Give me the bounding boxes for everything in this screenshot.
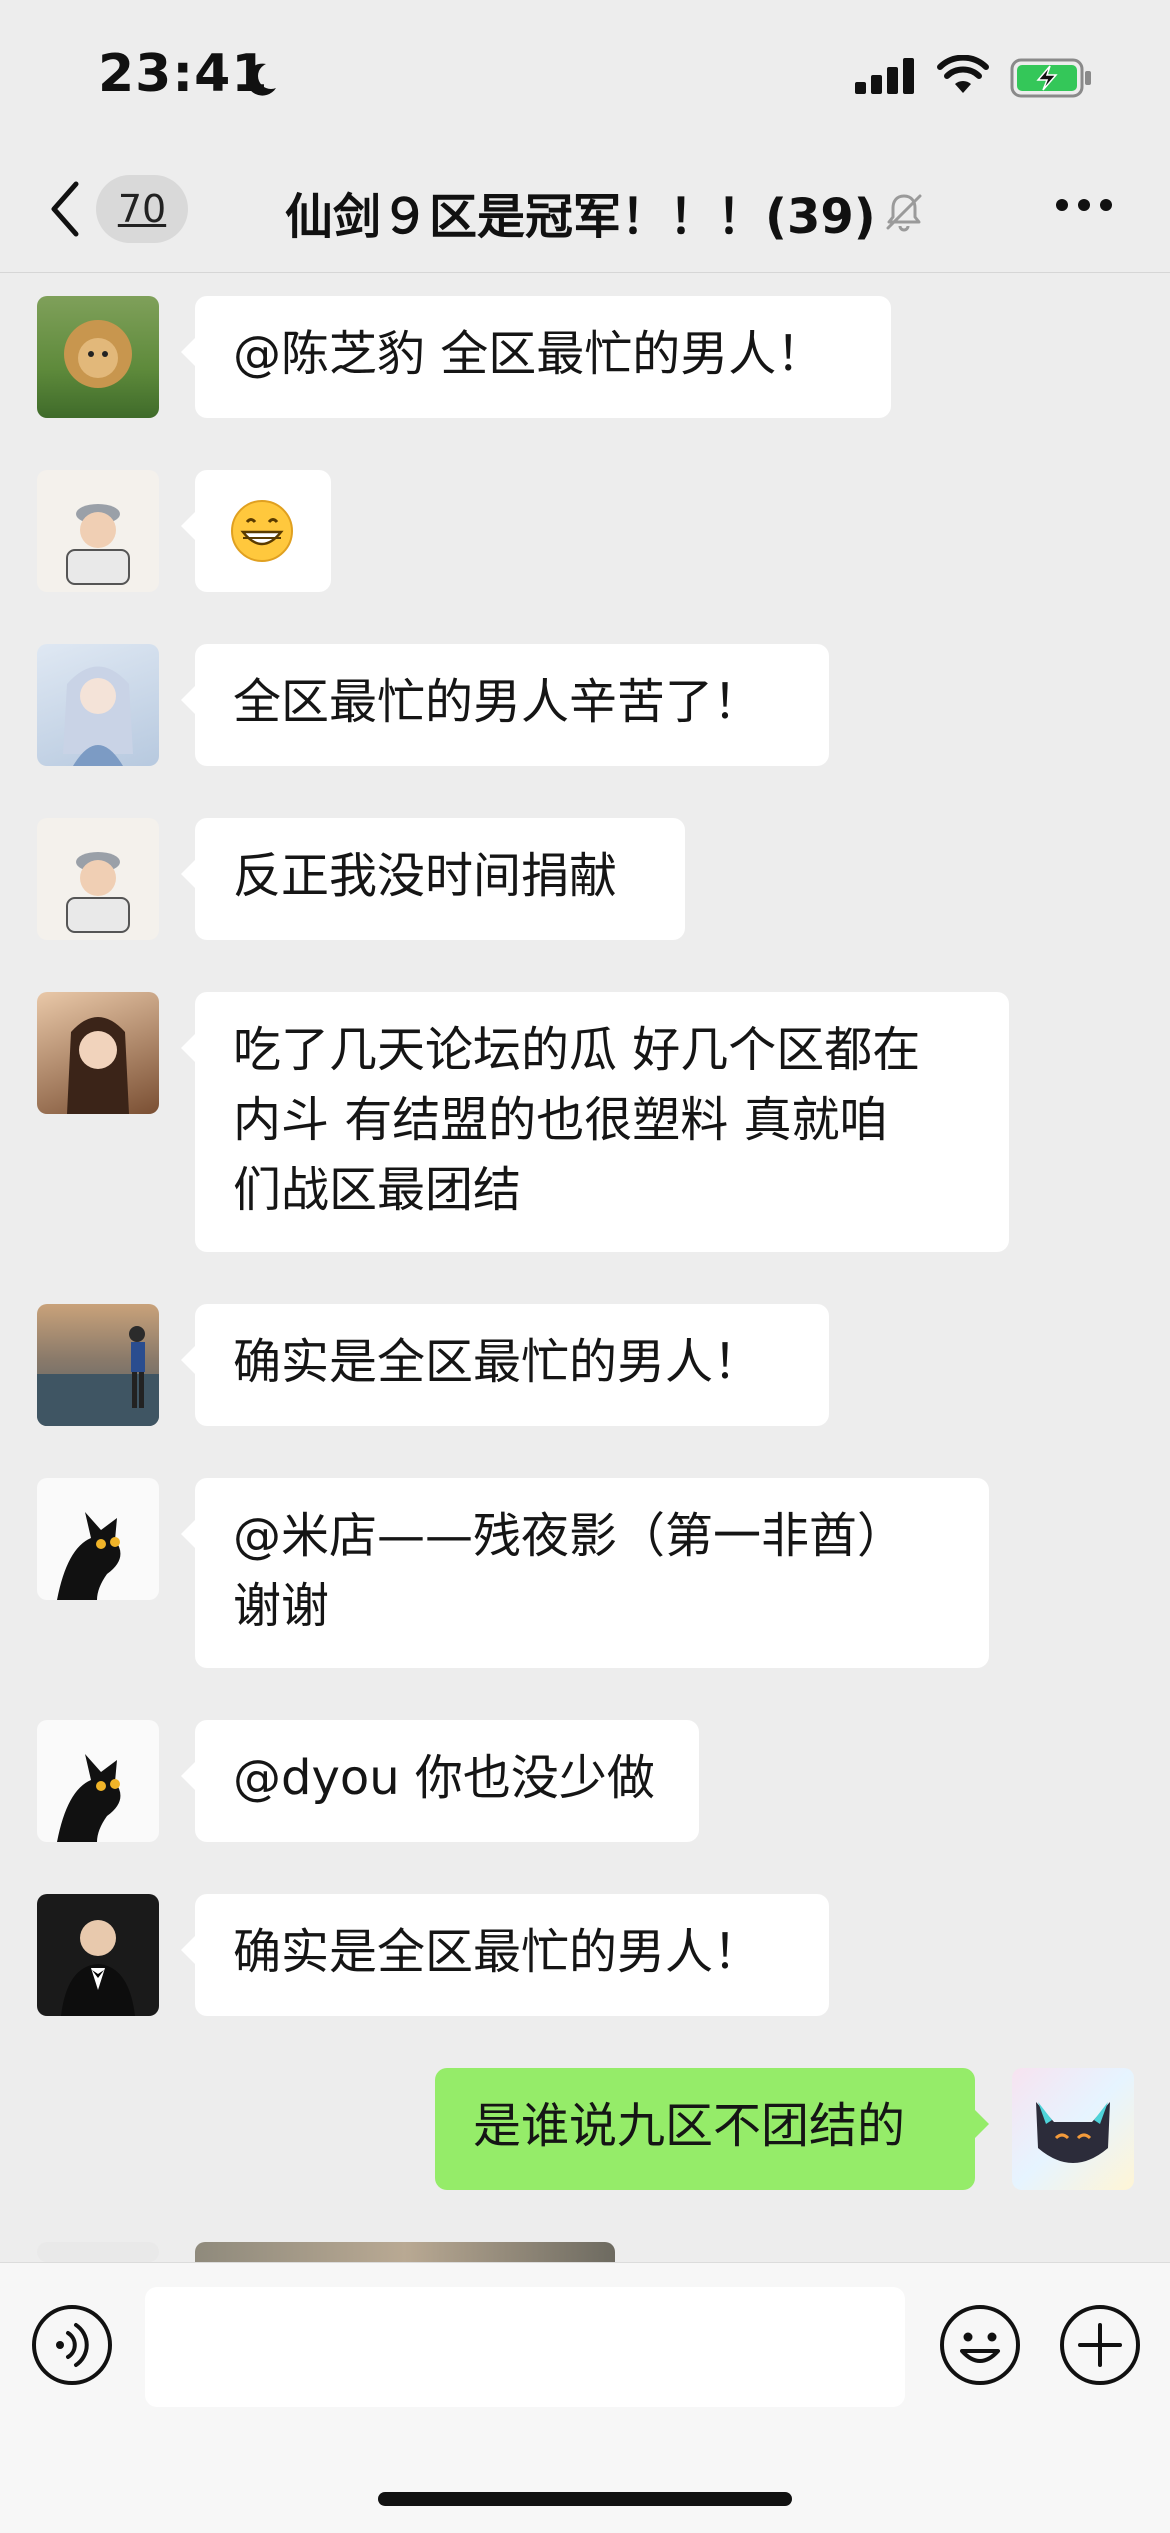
message-bubble[interactable]: @米店——残夜影（第一非酋） 谢谢 xyxy=(181,1478,989,1668)
woman-avatar[interactable] xyxy=(37,992,159,1114)
chat-title: 仙剑９区是冠军！！！(39) xyxy=(285,189,876,245)
suit-man-avatar[interactable] xyxy=(37,1894,159,2016)
back-icon[interactable] xyxy=(48,180,82,238)
voice-icon[interactable] xyxy=(30,2303,114,2387)
baby-avatar[interactable] xyxy=(37,470,159,592)
plus-icon[interactable] xyxy=(1058,2303,1142,2387)
black-cat-avatar[interactable] xyxy=(37,1478,159,1600)
message-line: 吃了几天论坛的瓜 好几个区都在 xyxy=(233,1022,921,1078)
chat-title-group[interactable]: 仙剑９区是冠军！！！(39) xyxy=(285,180,926,245)
emoji-icon[interactable] xyxy=(938,2303,1022,2387)
message-input[interactable] xyxy=(145,2287,905,2407)
more-icon[interactable] xyxy=(1055,198,1113,212)
unread-count-badge[interactable]: 70 xyxy=(96,175,188,243)
battery-charging-icon xyxy=(1010,58,1091,98)
message-bubble[interactable]: 反正我没时间捐献 xyxy=(181,818,685,940)
wifi-icon xyxy=(937,55,989,93)
runner-avatar[interactable] xyxy=(37,1304,159,1426)
message-bubble[interactable]: 确实是全区最忙的男人！ xyxy=(181,1894,829,2016)
status-bar: 23:41 xyxy=(0,0,1170,150)
baby-avatar[interactable] xyxy=(37,818,159,940)
lion-avatar[interactable] xyxy=(37,296,159,418)
black-cat-avatar[interactable] xyxy=(37,1720,159,1842)
message-line: @米店——残夜影（第一非酋） xyxy=(233,1508,906,1564)
partial-avatar xyxy=(37,2242,159,2262)
message-bubble-self[interactable]: 是谁说九区不团结的 xyxy=(435,2068,989,2190)
cat-cartoon-avatar[interactable] xyxy=(1012,2068,1134,2190)
muted-bell-icon xyxy=(886,194,922,232)
message-line: 内斗 有结盟的也很塑料 真就咱 xyxy=(233,1092,888,1148)
message-bubble[interactable]: 吃了几天论坛的瓜 好几个区都在 内斗 有结盟的也很塑料 真就咱 们战区最团结 xyxy=(181,992,1009,1252)
message-bubble[interactable] xyxy=(181,470,331,592)
signal-icon xyxy=(855,58,914,94)
message-line: 们战区最团结 xyxy=(233,1162,522,1218)
chat-header: 70 仙剑９区是冠军！！！(39) xyxy=(0,150,1170,273)
grinning-emoji-icon xyxy=(231,500,293,562)
moon-icon xyxy=(246,63,276,96)
home-indicator xyxy=(378,2492,792,2506)
message-line: 谢谢 xyxy=(233,1578,330,1634)
partial-image-message xyxy=(195,2242,615,2262)
message-bubble[interactable]: 确实是全区最忙的男人！ xyxy=(181,1304,829,1426)
anime-girl-avatar[interactable] xyxy=(37,644,159,766)
message-bubble[interactable]: @陈芝豹 全区最忙的男人！ xyxy=(181,296,891,418)
message-bubble[interactable]: 全区最忙的男人辛苦了！ xyxy=(181,644,829,766)
message-bubble[interactable]: @dyou 你也没少做 xyxy=(181,1720,699,1842)
